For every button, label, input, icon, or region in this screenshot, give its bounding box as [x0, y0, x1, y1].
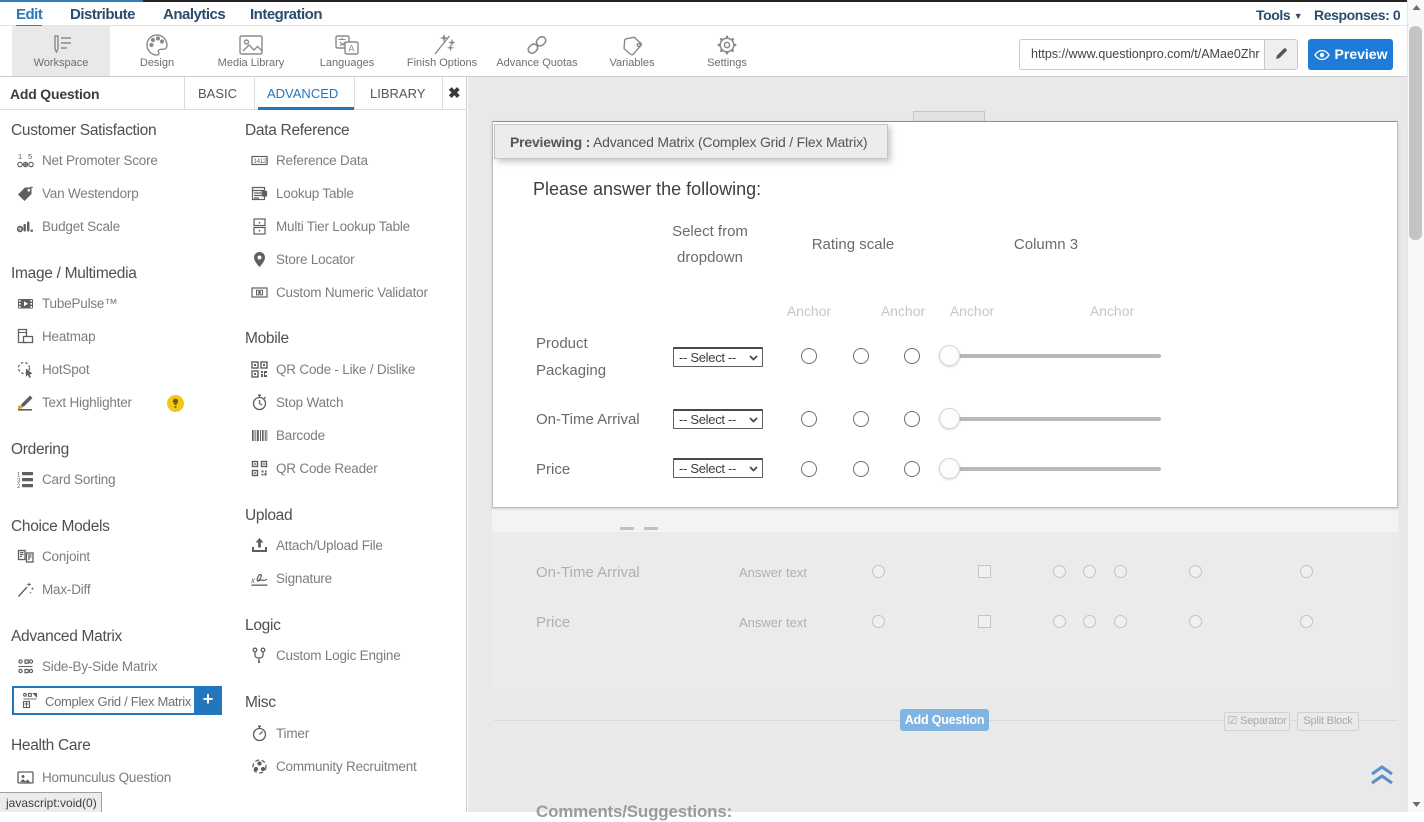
- svg-text:e: e: [18, 226, 22, 233]
- svg-text:x: x: [251, 576, 256, 585]
- svg-text:1: 1: [18, 152, 22, 161]
- svg-text:A: A: [348, 44, 354, 54]
- svg-text:2: 2: [17, 484, 21, 488]
- svg-text:5: 5: [28, 152, 32, 161]
- svg-text:14123: 14123: [254, 159, 269, 165]
